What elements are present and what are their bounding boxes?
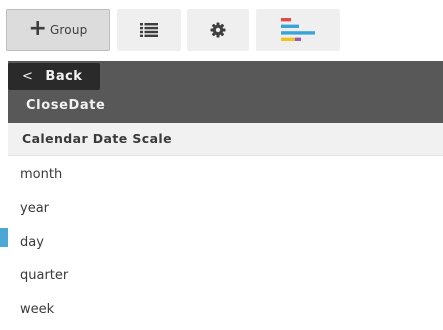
back-button[interactable]: < Back [8,63,100,90]
list-button[interactable] [117,9,181,51]
option-year[interactable]: year [8,192,443,226]
field-name: CloseDate [26,98,106,113]
option-week[interactable]: week [8,293,443,327]
bar-chart-icon [281,18,315,41]
toolbar: + Group [0,0,443,60]
left-accent-bar [0,228,8,247]
list-icon [140,23,158,37]
gear-icon [210,22,226,38]
plus-icon: + [28,16,47,41]
settings-button[interactable] [187,9,249,51]
chart-button[interactable] [256,9,340,51]
date-scale-dropdown: Calendar Date Scale month year day quart… [8,123,443,330]
option-month[interactable]: month [8,158,443,192]
dropdown-title: Calendar Date Scale [8,123,443,156]
option-day[interactable]: day [8,226,443,260]
panel-header: < Back CloseDate [8,61,443,123]
group-button-label: Group [49,23,88,37]
chevron-left-icon: < [22,69,34,84]
option-quarter[interactable]: quarter [8,259,443,293]
group-button[interactable]: + Group [6,9,110,51]
back-button-label: Back [45,69,83,84]
